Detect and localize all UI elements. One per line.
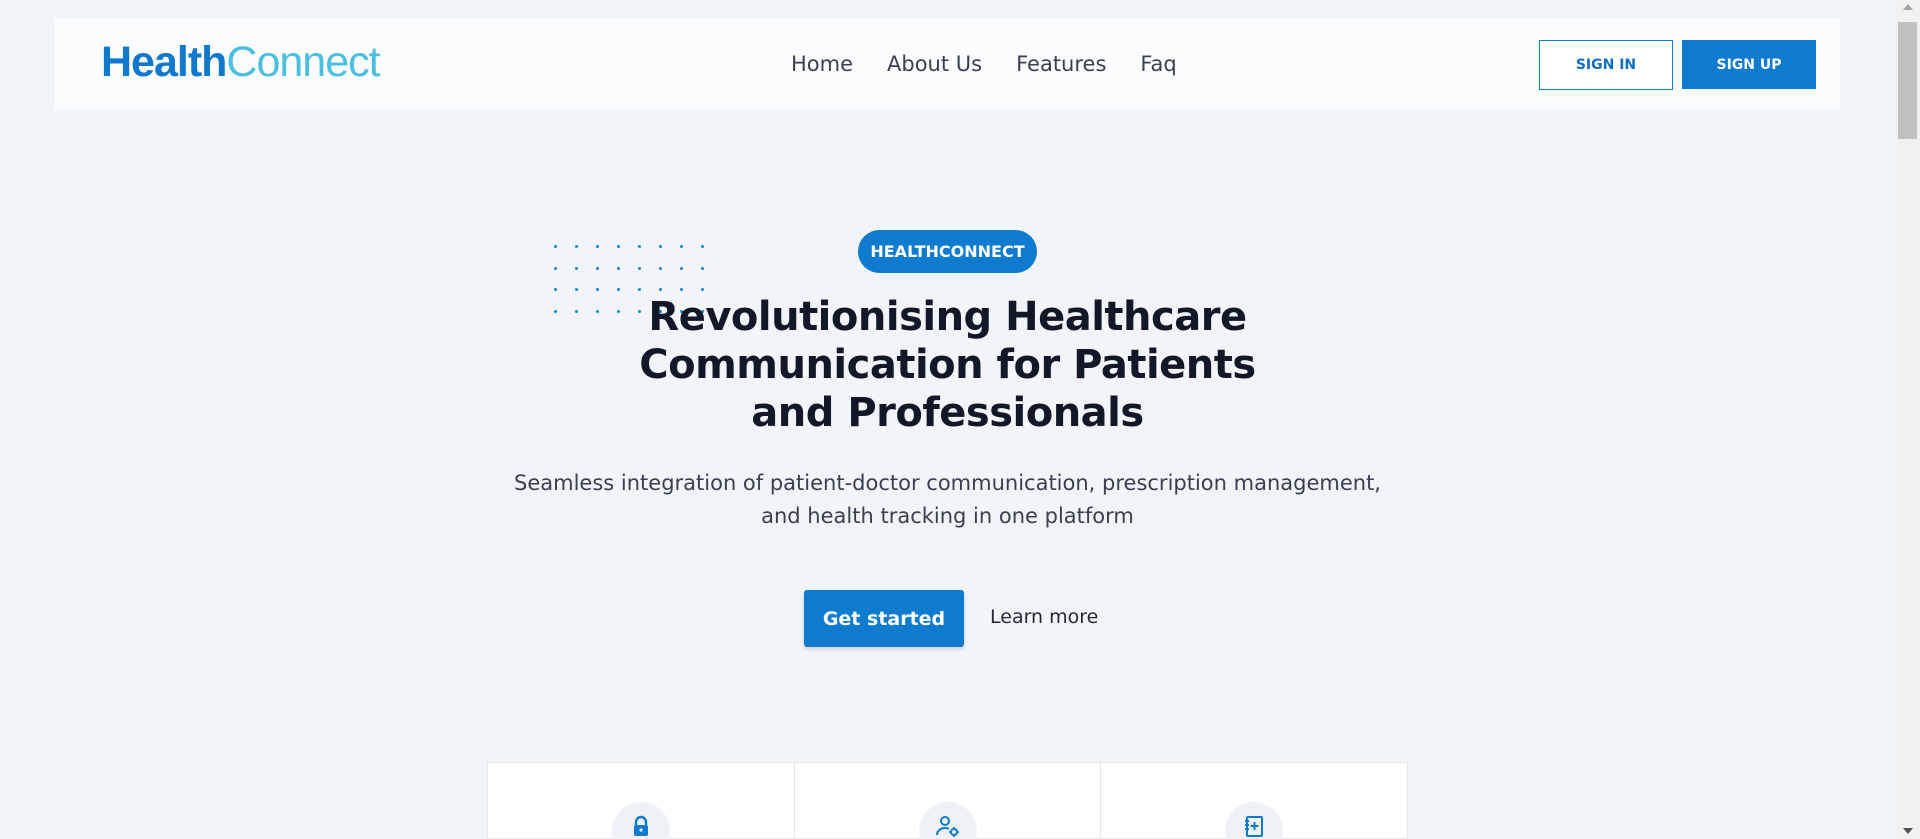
feature-cards [487,762,1408,839]
hero-subtitle-line-2: and health tracking in one platform [761,504,1134,528]
vertical-scrollbar[interactable] [1895,0,1920,839]
nav-home[interactable]: Home [791,52,853,76]
page: HealthConnect Home About Us Features Faq… [0,0,1920,839]
scroll-up-arrow-icon[interactable] [1903,4,1913,10]
hero-badge: HEALTHCONNECT [858,230,1037,273]
scrollbar-thumb[interactable] [1898,22,1917,139]
logo[interactable]: HealthConnect [101,38,381,86]
logo-connect: Connect [226,38,380,86]
feature-card-1 [488,763,795,839]
hero-title-line-2: Communication for Patients [639,342,1256,388]
notebook-plus-icon [1225,802,1284,839]
sign-in-button[interactable]: SIGN IN [1539,40,1673,90]
feature-card-2 [795,763,1102,839]
hero-title-line-3: and Professionals [751,390,1144,436]
get-started-button[interactable]: Get started [804,590,964,647]
scroll-down-arrow-icon[interactable] [1903,828,1913,834]
learn-more-link[interactable]: Learn more [990,606,1098,628]
user-gear-icon [918,802,977,839]
hero-title-line-1: Revolutionising Healthcare [648,294,1247,340]
logo-health: Health [101,38,227,86]
main-nav: Home About Us Features Faq [791,52,1177,76]
hero-subtitle: Seamless integration of patient-doctor c… [500,467,1395,533]
sign-up-button[interactable]: SIGN UP [1682,40,1816,89]
nav-about-us[interactable]: About Us [887,52,982,76]
hero-subtitle-line-1: Seamless integration of patient-doctor c… [514,471,1381,495]
lock-icon [612,802,670,839]
navbar: HealthConnect Home About Us Features Faq… [55,19,1840,110]
hero-title: Revolutionising Healthcare Communication… [560,293,1335,437]
feature-card-3 [1101,763,1407,839]
nav-faq[interactable]: Faq [1140,52,1176,76]
nav-features[interactable]: Features [1016,52,1106,76]
